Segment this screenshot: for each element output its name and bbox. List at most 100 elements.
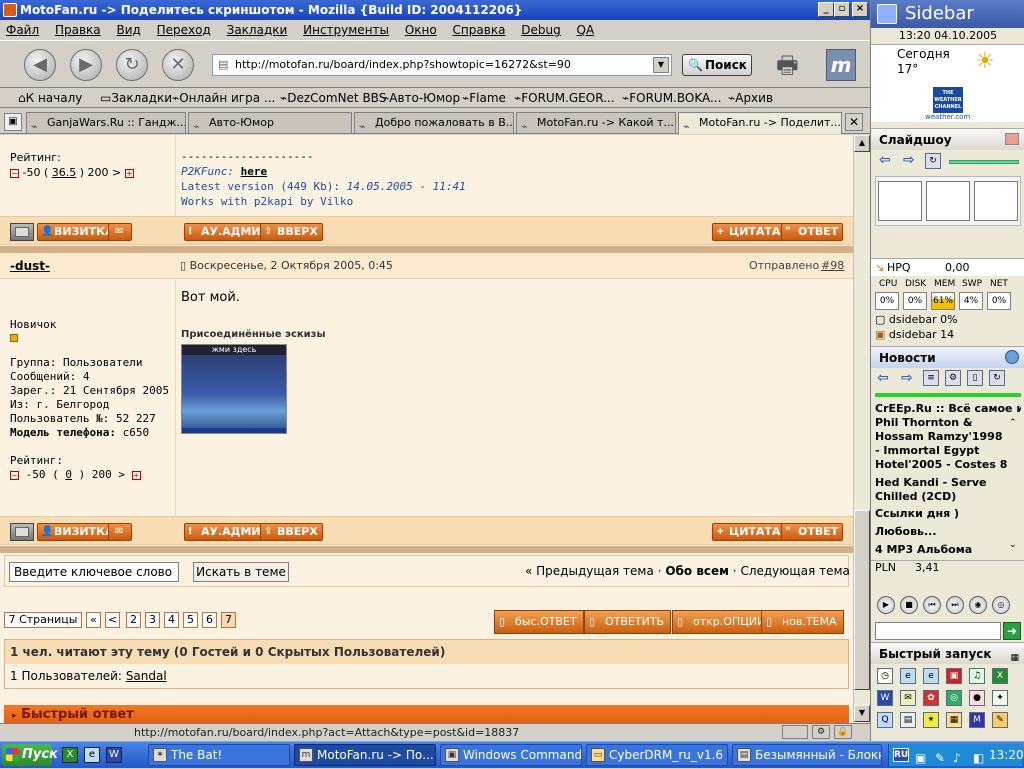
tray-speaker-icon[interactable]: ♪ xyxy=(953,747,961,769)
minimize-button[interactable]: _ xyxy=(818,2,834,17)
news-next-icon[interactable]: ⇨ xyxy=(901,370,913,386)
slideshow-image[interactable] xyxy=(875,176,1021,226)
ql-word-icon[interactable]: W xyxy=(877,690,893,706)
email-icon[interactable] xyxy=(10,223,34,241)
reader-user-link[interactable]: Sandal xyxy=(126,669,167,683)
news-scroll-down-icon[interactable]: ⌄ xyxy=(1009,540,1017,550)
ql-app9-icon[interactable]: M xyxy=(969,712,985,728)
news-item[interactable]: Любовь... xyxy=(875,525,1021,541)
news-book-icon[interactable]: ▯ xyxy=(967,370,983,386)
language-indicator[interactable]: RU xyxy=(893,748,909,762)
pm-icon[interactable]: ✉ xyxy=(108,223,132,241)
add-reply-button[interactable]: ▯ ОТВЕТИТЬ xyxy=(584,610,672,634)
profile-card-button[interactable]: 👤 ВИЗИТКА xyxy=(37,523,119,541)
search-button[interactable]: 🔍 Поиск xyxy=(682,54,752,76)
slideshow-next-icon[interactable]: ⇨ xyxy=(903,152,915,168)
tab-motofan-which[interactable]: ⌁ MotoFan.ru -> Какой т... xyxy=(516,112,676,133)
quick-launch-settings-icon[interactable]: ▦ xyxy=(1010,647,1019,669)
ql-excel-icon[interactable]: X xyxy=(992,668,1008,684)
media-play-icon[interactable]: ▶ xyxy=(877,596,895,614)
bookmark-folder[interactable]: ▭ Закладки xyxy=(100,88,172,108)
rating-plus-icon[interactable]: + xyxy=(131,470,141,480)
slideshow-settings-icon[interactable] xyxy=(1005,133,1019,145)
ql-app7-icon[interactable]: ✴ xyxy=(923,712,939,728)
media-prev-icon[interactable]: ⏮ xyxy=(923,596,941,614)
bookmark-online-game[interactable]: ⌁ Онлайн игра ... xyxy=(172,88,275,108)
menu-bookmarks[interactable]: Закладки xyxy=(227,23,288,37)
weather-widget[interactable]: Сегодня 17° ☀ THE WEATHER CHANNEL weathe… xyxy=(871,44,1024,122)
tray-network-icon[interactable]: ◧ xyxy=(973,747,984,769)
topic-search-button[interactable]: Искать в теме xyxy=(193,562,289,582)
ql-app3-icon[interactable]: ● xyxy=(969,690,985,706)
scroll-top-button[interactable]: ⇧ ВВЕРХ xyxy=(260,223,323,241)
post2-rating-value-link[interactable]: 0 xyxy=(65,468,72,481)
bookmark-home[interactable]: ⌂ К началу xyxy=(18,88,82,108)
ql-app1-icon[interactable]: ✿ xyxy=(923,690,939,706)
quote-button[interactable]: + ЦИТАТА xyxy=(712,523,786,541)
reply-button[interactable]: ❞ ОТВЕТ xyxy=(781,223,844,241)
new-topic-button[interactable]: ▯ нов.ТЕМА xyxy=(761,610,844,634)
tab-auto-humor[interactable]: ⌁ Авто-Юмор xyxy=(188,112,352,133)
ql-app8-icon[interactable]: ▦ xyxy=(946,712,962,728)
new-tab-icon[interactable]: ▣ xyxy=(4,113,22,131)
bookmark-dezcomnet[interactable]: ⌁ DezComNet BBS xyxy=(280,88,386,108)
page-link-3[interactable]: 3 xyxy=(145,612,160,628)
ql-ie-icon[interactable]: e xyxy=(900,668,916,684)
tray-paint-icon[interactable]: ✎ xyxy=(935,747,945,769)
ql-app5-icon[interactable]: Q xyxy=(877,712,893,728)
slideshow-refresh-icon[interactable]: ↻ xyxy=(925,153,941,169)
quick-reply-header[interactable]: ▸ Быстрый ответ xyxy=(4,705,849,723)
topic-options-button[interactable]: ▯ откр.ОПЦИИ xyxy=(672,610,773,634)
news-item[interactable]: Hotel'2005 - Costes 8 xyxy=(875,458,1021,474)
news-scroll-up-icon[interactable]: ⌃ xyxy=(1009,418,1017,428)
task-notepad[interactable]: ▤Безымянный - Блокнот xyxy=(732,744,882,766)
page-first-link[interactable]: « xyxy=(86,612,101,628)
scroll-thumb[interactable] xyxy=(854,510,870,690)
page-prev-link[interactable]: < xyxy=(105,612,120,628)
reload-icon[interactable]: ↻ xyxy=(116,49,148,81)
news-settings-icon[interactable]: ⚙ xyxy=(945,370,961,386)
scroll-up-icon[interactable]: ▲ xyxy=(854,135,870,152)
bookmark-flame[interactable]: ⌁ Flame xyxy=(462,88,506,108)
menu-view[interactable]: Вид xyxy=(116,23,140,37)
news-item[interactable]: 4 MP3 Альбома xyxy=(875,543,1021,559)
news-item[interactable]: Ссылки дня ) xyxy=(875,507,1021,523)
page-link-6[interactable]: 6 xyxy=(202,612,217,628)
sidebar-search-input[interactable] xyxy=(875,622,1001,640)
page-scrollbar[interactable]: ▲ ▼ xyxy=(853,135,870,723)
excel-quick-icon[interactable]: X xyxy=(62,747,78,763)
menu-file[interactable]: Файл xyxy=(6,23,39,37)
p2kfunc-here-link[interactable]: here xyxy=(241,165,268,178)
task-windows-commander[interactable]: ▣Windows Commander... xyxy=(440,744,582,766)
menu-debug[interactable]: Debug xyxy=(521,23,560,37)
print-icon[interactable]: 🖶 xyxy=(776,49,812,81)
next-topic-link[interactable]: Следующая тема » xyxy=(740,564,853,578)
news-list-icon[interactable]: ≡ xyxy=(923,370,939,386)
menu-window[interactable]: Окно xyxy=(405,23,437,37)
menu-qa[interactable]: QA xyxy=(577,23,595,37)
reply-button[interactable]: ❞ ОТВЕТ xyxy=(781,523,844,541)
menu-edit[interactable]: Правка xyxy=(55,23,101,37)
task-mozilla[interactable]: m MotoFan.ru -> По... xyxy=(294,744,436,766)
ql-save-icon[interactable]: ▣ xyxy=(946,668,962,684)
back-icon[interactable]: ◀ xyxy=(24,49,56,81)
url-bar[interactable]: ▤ http://motofan.ru/board/index.php?show… xyxy=(212,54,672,76)
ql-app6-icon[interactable]: ▤ xyxy=(900,712,916,728)
ie-quick-icon[interactable]: e xyxy=(84,747,100,763)
prev-topic-link[interactable]: « Предыдущая тема xyxy=(525,564,654,578)
profile-card-button[interactable]: 👤 ВИЗИТКА xyxy=(37,223,119,241)
menu-tools[interactable]: Инструменты xyxy=(303,23,389,37)
menu-help[interactable]: Справка xyxy=(453,23,506,37)
rating-minus-icon[interactable]: − xyxy=(10,470,19,480)
media-stop-icon[interactable]: ■ xyxy=(900,596,918,614)
ql-clock-icon[interactable]: ◷ xyxy=(877,668,893,684)
page-link-5[interactable]: 5 xyxy=(183,612,198,628)
maximize-button[interactable]: ▫ xyxy=(834,2,850,17)
tab-ganjawars[interactable]: ⌁ GanjaWars.Ru :: Гандж... xyxy=(26,112,186,133)
bookmark-auto-humor[interactable]: ⌁ Авто-Юмор xyxy=(382,88,460,108)
scroll-top-button[interactable]: ⇧ ВВЕРХ xyxy=(260,523,323,541)
scroll-down-icon[interactable]: ▼ xyxy=(854,705,870,722)
news-item[interactable]: Hed Kandi - Serve Chilled (2CD) xyxy=(875,476,1021,504)
bookmark-archive[interactable]: ⌁ Архив xyxy=(728,88,773,108)
forum-about-all-link[interactable]: Обо всем xyxy=(665,564,729,578)
